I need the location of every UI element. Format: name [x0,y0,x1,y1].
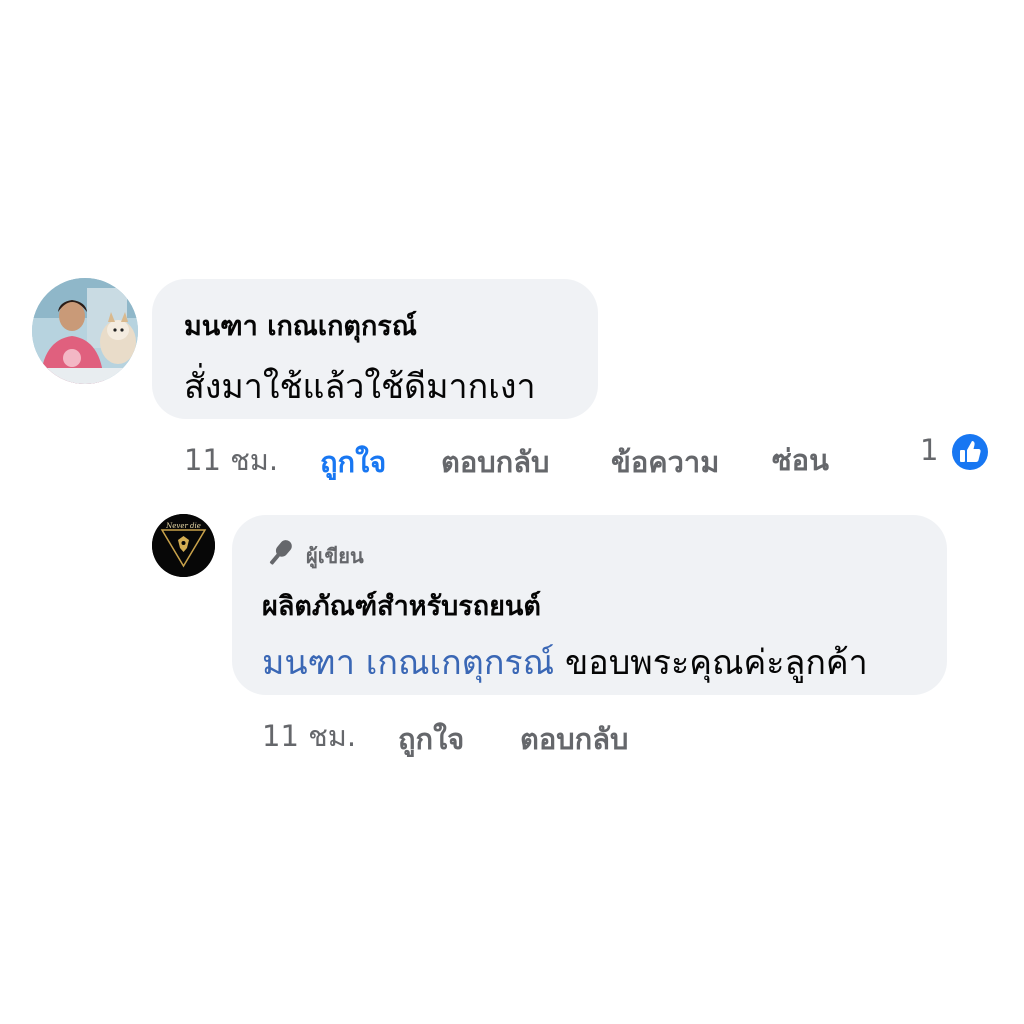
reply-mention[interactable]: มนฑา เกณเกตุกรณ์ [262,643,554,683]
svg-text:Never die: Never die [165,522,201,530]
author-badge: ผู้เขียน [262,537,364,574]
page-avatar[interactable]: Never die [152,514,215,577]
commenter-avatar[interactable] [32,278,138,384]
reply-text: มนฑา เกณเกตุกรณ์ ขอบพระคุณค่ะลูกค้า [262,635,868,689]
comment-hide-button[interactable]: ซ่อน [772,437,829,483]
comment-timestamp[interactable]: 11 ชม. [184,437,278,483]
author-badge-label: ผู้เขียน [306,543,364,568]
page-logo-icon: Never die [152,514,215,577]
microphone-icon [262,537,298,574]
reply-timestamp[interactable]: 11 ชม. [262,713,356,759]
comment-reply-button[interactable]: ตอบกลับ [441,439,549,485]
thumbs-up-icon[interactable] [948,430,992,474]
comment-author[interactable]: มนฑา เกณเกตุกรณ์ [184,304,417,347]
comment-message-button[interactable]: ข้อความ [611,439,719,485]
user-photo-icon [32,278,138,384]
comment-text: สั่งมาใช้แล้วใช้ดีมากเงา [184,367,536,407]
reply-reply-button[interactable]: ตอบกลับ [520,716,628,762]
reply-author[interactable]: ผลิตภัณฑ์สำหรับรถยนต์ [262,584,541,627]
reply-message: ขอบพระคุณค่ะลูกค้า [565,643,868,683]
comment-like-button[interactable]: ถูกใจ [320,439,386,485]
reaction-count[interactable]: 1 [920,433,938,467]
reply-like-button[interactable]: ถูกใจ [398,716,464,762]
comment-thread: มนฑา เกณเกตุกรณ์ สั่งมาใช้แล้วใช้ดีมากเง… [0,0,1024,1024]
